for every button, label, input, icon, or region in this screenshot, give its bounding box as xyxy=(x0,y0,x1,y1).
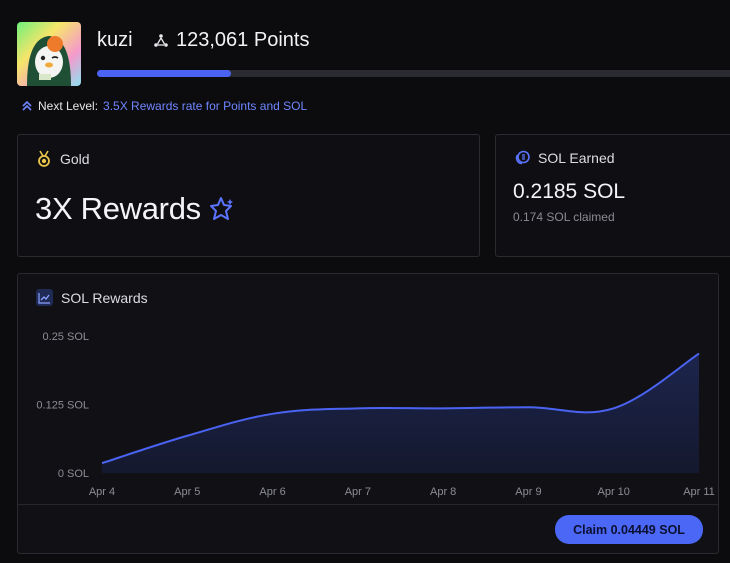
x-tick-label: Apr 8 xyxy=(430,486,456,498)
username: kuzi xyxy=(97,29,133,51)
chart-area xyxy=(102,353,699,473)
x-tick-label: Apr 7 xyxy=(345,486,371,498)
sol-earned-amount: 0.2185 SOL xyxy=(513,180,626,203)
level-progress-fill xyxy=(97,70,232,77)
chart-card-header: SOL Rewards xyxy=(36,289,148,306)
x-tick-label: Apr 9 xyxy=(515,486,541,498)
tier-card-header: Gold xyxy=(36,150,90,167)
chart-divider xyxy=(18,504,718,505)
medal-icon xyxy=(38,150,50,167)
tier-rewards-text: 3X Rewards xyxy=(35,191,201,226)
x-tick-label: Apr 6 xyxy=(259,486,285,498)
avatar-image xyxy=(17,22,81,86)
points-display: 123,061 Points xyxy=(152,29,309,52)
level-progress-bar xyxy=(97,70,730,77)
line-chart-icon xyxy=(36,289,53,306)
tier-card: Gold 3X Rewards xyxy=(17,134,480,257)
x-tick-label: Apr 4 xyxy=(89,486,115,498)
sol-claimed-amount: 0.174 SOL claimed xyxy=(513,210,615,224)
tier-rewards: 3X Rewards xyxy=(35,191,235,227)
x-tick-label: Apr 5 xyxy=(174,486,200,498)
sol-card-header: SOL Earned xyxy=(514,150,615,166)
sol-rewards-card: 0 SOL 0.125 SOL 0.25 SOL Apr 4 Apr 5 Apr 6 Apr… xyxy=(17,273,719,554)
y-tick-label: 0.25 SOL xyxy=(43,331,89,343)
sol-rewards-chart: 0 SOL 0.125 SOL 0.25 SOL Apr 4 Apr 5 Apr 6 Apr… xyxy=(36,331,715,498)
points-value: 123,061 Points xyxy=(176,29,310,51)
x-tick-label: Apr 10 xyxy=(598,486,630,498)
next-level-value: 3.5X Rewards rate for Points and SOL xyxy=(103,99,308,113)
chart-title: SOL Rewards xyxy=(61,289,148,306)
next-level-label: Next Level: xyxy=(38,99,99,113)
avatar[interactable] xyxy=(17,22,81,86)
double-chevron-up-icon xyxy=(22,100,32,111)
y-tick-label: 0 SOL xyxy=(58,468,89,480)
coin-stack-icon xyxy=(515,150,530,165)
sol-earned-card: SOL Earned 0.2185 SOL 0.174 SOL claimed xyxy=(495,134,730,257)
sol-card-title: SOL Earned xyxy=(538,150,615,166)
star-sparkle-icon xyxy=(209,197,233,220)
y-tick-label: 0.125 SOL xyxy=(36,400,89,412)
tier-name: Gold xyxy=(60,150,90,167)
claim-button[interactable]: Claim 0.04449 SOL xyxy=(555,515,703,544)
triangle-dots-icon xyxy=(154,33,168,47)
next-level-info: Next Level: 3.5X Rewards rate for Points… xyxy=(21,99,307,113)
x-tick-label: Apr 11 xyxy=(683,486,715,498)
